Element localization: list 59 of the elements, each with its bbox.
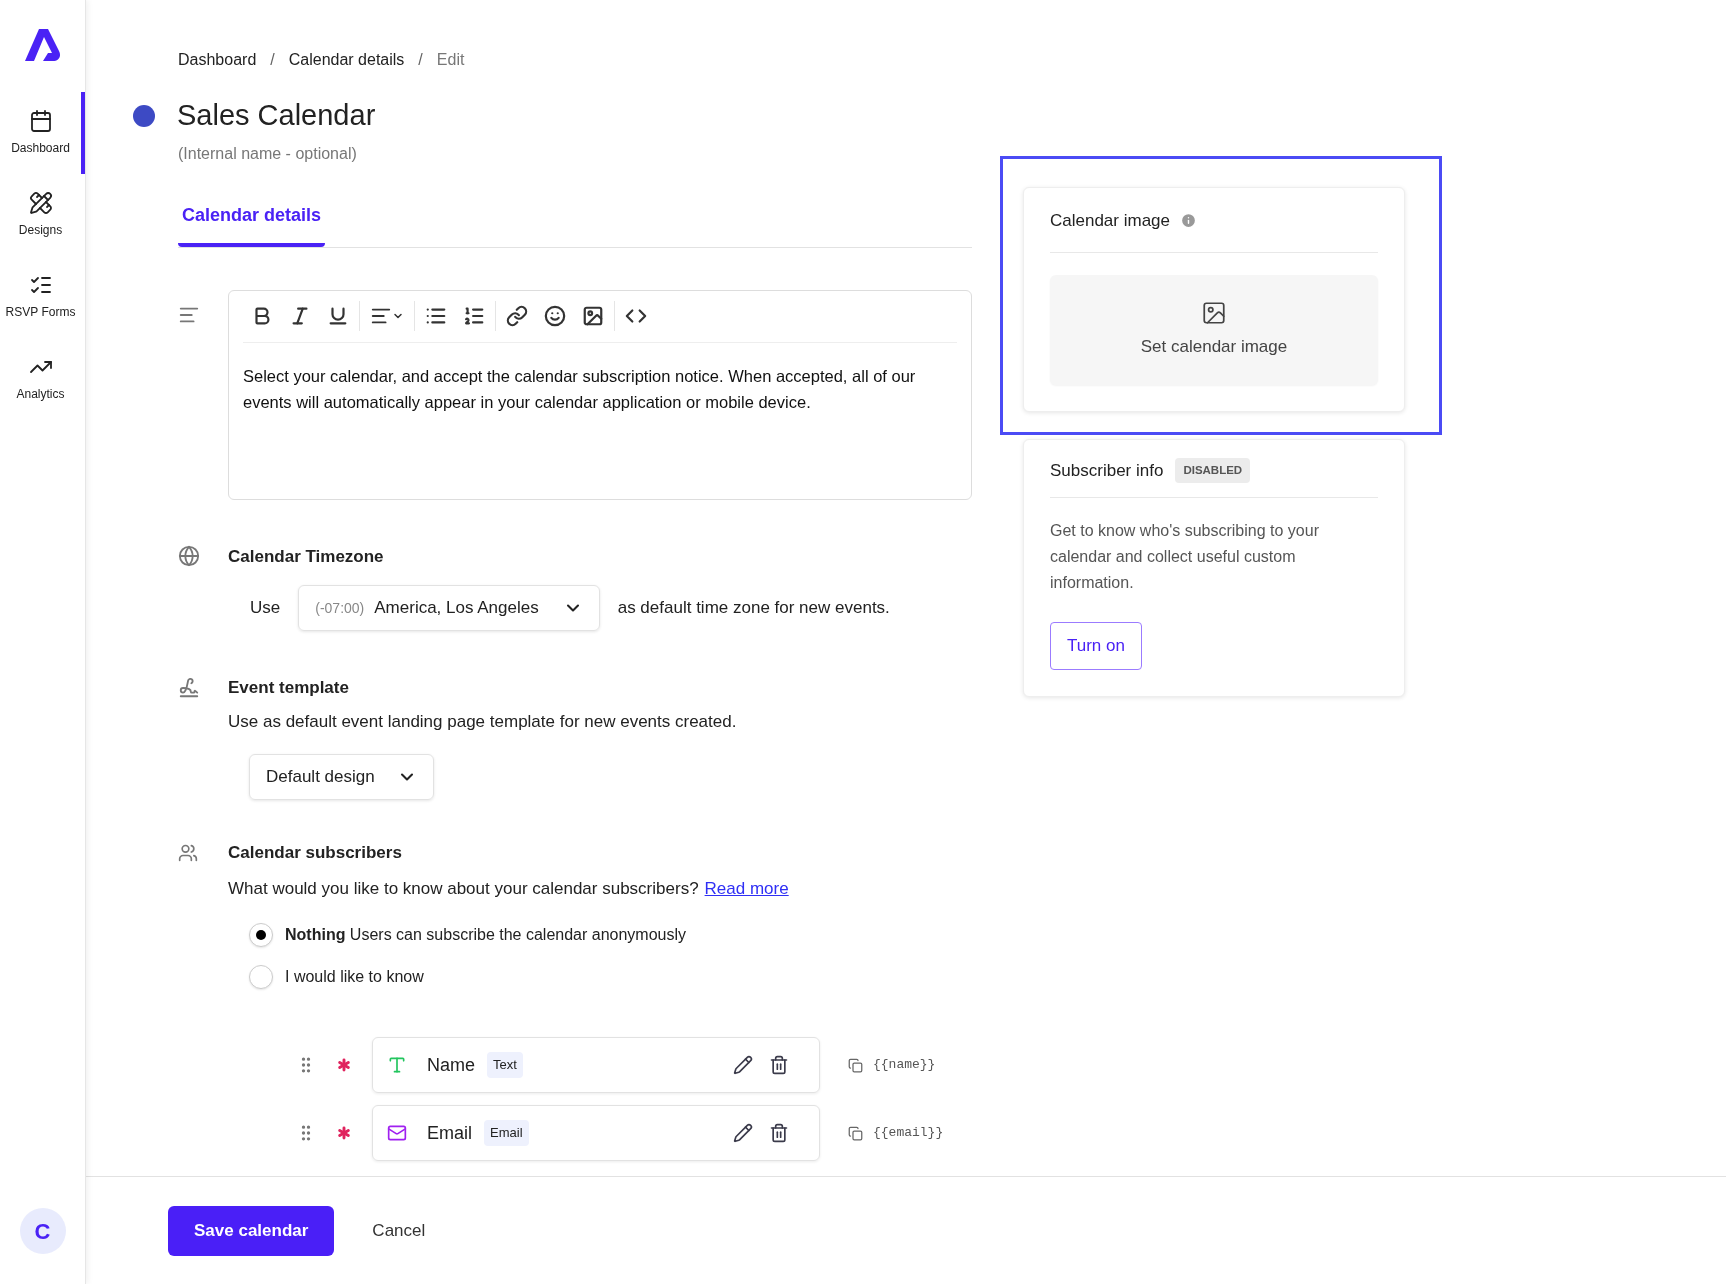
breadcrumb-link[interactable]: Dashboard: [178, 48, 257, 72]
breadcrumb-separator: /: [418, 50, 423, 70]
label-text: as default time zone for new events.: [617, 597, 890, 620]
field-type-tag: Text: [487, 1052, 523, 1078]
radio-button[interactable]: [249, 923, 273, 947]
section-heading: Event template: [228, 677, 349, 699]
copy-icon[interactable]: [848, 1057, 863, 1073]
field-type-tag: Email: [484, 1120, 529, 1146]
section-description: What would you like to know about your calendar subscribers?: [228, 877, 699, 900]
breadcrumb-separator: /: [270, 50, 275, 70]
card-title: Subscriber info: [1050, 459, 1164, 482]
card-title: Calendar image: [1050, 210, 1170, 232]
info-icon: [1180, 212, 1197, 230]
user-avatar[interactable]: C: [19, 1208, 66, 1254]
cancel-button[interactable]: Cancel: [372, 1217, 426, 1244]
signature-icon: [178, 676, 200, 699]
edit-icon[interactable]: [733, 1123, 753, 1143]
card-text: Get to know who's subscribing to your calendar and collect useful custom information.: [1050, 521, 1320, 593]
tab[interactable]: Calendar details: [178, 201, 326, 247]
trash-icon[interactable]: [769, 1055, 789, 1075]
calendar-title: Sales Calendar: [177, 98, 376, 133]
read-more-link[interactable]: Read more: [704, 875, 789, 901]
status-tag: DISABLED: [1175, 457, 1251, 483]
image-icon: [1201, 299, 1227, 326]
breadcrumb-link[interactable]: Edit: [436, 48, 465, 72]
section-heading: Calendar subscribers: [228, 842, 402, 864]
save-button[interactable]: Save calendar: [168, 1205, 335, 1256]
field-name: Email: [427, 1121, 472, 1145]
timezone-select[interactable]: (-07:00) America, Los Angeles: [298, 585, 600, 631]
nav-item[interactable]: RSVP Forms: [0, 256, 85, 338]
field-token: {{email}}: [873, 1124, 944, 1143]
section-description: Use as default event landing page template for new events created.: [228, 710, 738, 733]
users-icon: [178, 842, 198, 863]
edit-icon[interactable]: [733, 1055, 753, 1075]
template-select[interactable]: Default design: [249, 754, 434, 800]
radio-button[interactable]: [249, 965, 273, 989]
logo-icon: [24, 28, 61, 62]
set-image-button[interactable]: Set calendar image: [1050, 274, 1378, 385]
copy-icon[interactable]: [848, 1125, 863, 1141]
radio-label: Nothing Users can subscribe the calendar anonymously: [285, 925, 687, 945]
rich-text-editor[interactable]: Select your calendar, and accept the calendar subscription notice. When accepted, all of our events will automatically appear in your calendar application or mobile device.: [228, 289, 972, 500]
field-token: {{name}}: [873, 1056, 936, 1075]
trash-icon[interactable]: [769, 1123, 789, 1143]
editor-text: Select your calendar, and accept the calendar subscription notice. When accepted, all of our events will automatically appear in your calendar application or mobile device.: [243, 365, 917, 413]
letter-t-icon: [387, 1055, 407, 1075]
calendar-icon: [28, 109, 53, 133]
calendar-subtitle: (Internal name - optional): [178, 143, 358, 164]
section-heading: Calendar Timezone: [228, 545, 384, 568]
field-name: Name: [427, 1053, 475, 1077]
breadcrumb-link[interactable]: Calendar details: [288, 48, 405, 72]
turn-on-button[interactable]: Turn on: [1050, 622, 1142, 670]
nav-item[interactable]: Analytics: [0, 338, 85, 420]
pencil-ruler-icon: [28, 191, 53, 215]
globe-icon: [178, 545, 200, 568]
nav-item[interactable]: Designs: [0, 174, 85, 256]
envelope-icon: [387, 1123, 407, 1143]
label-text: Use: [250, 597, 281, 620]
radio-label: I would like to know: [285, 967, 424, 987]
nav-item[interactable]: Dashboard: [0, 92, 85, 174]
